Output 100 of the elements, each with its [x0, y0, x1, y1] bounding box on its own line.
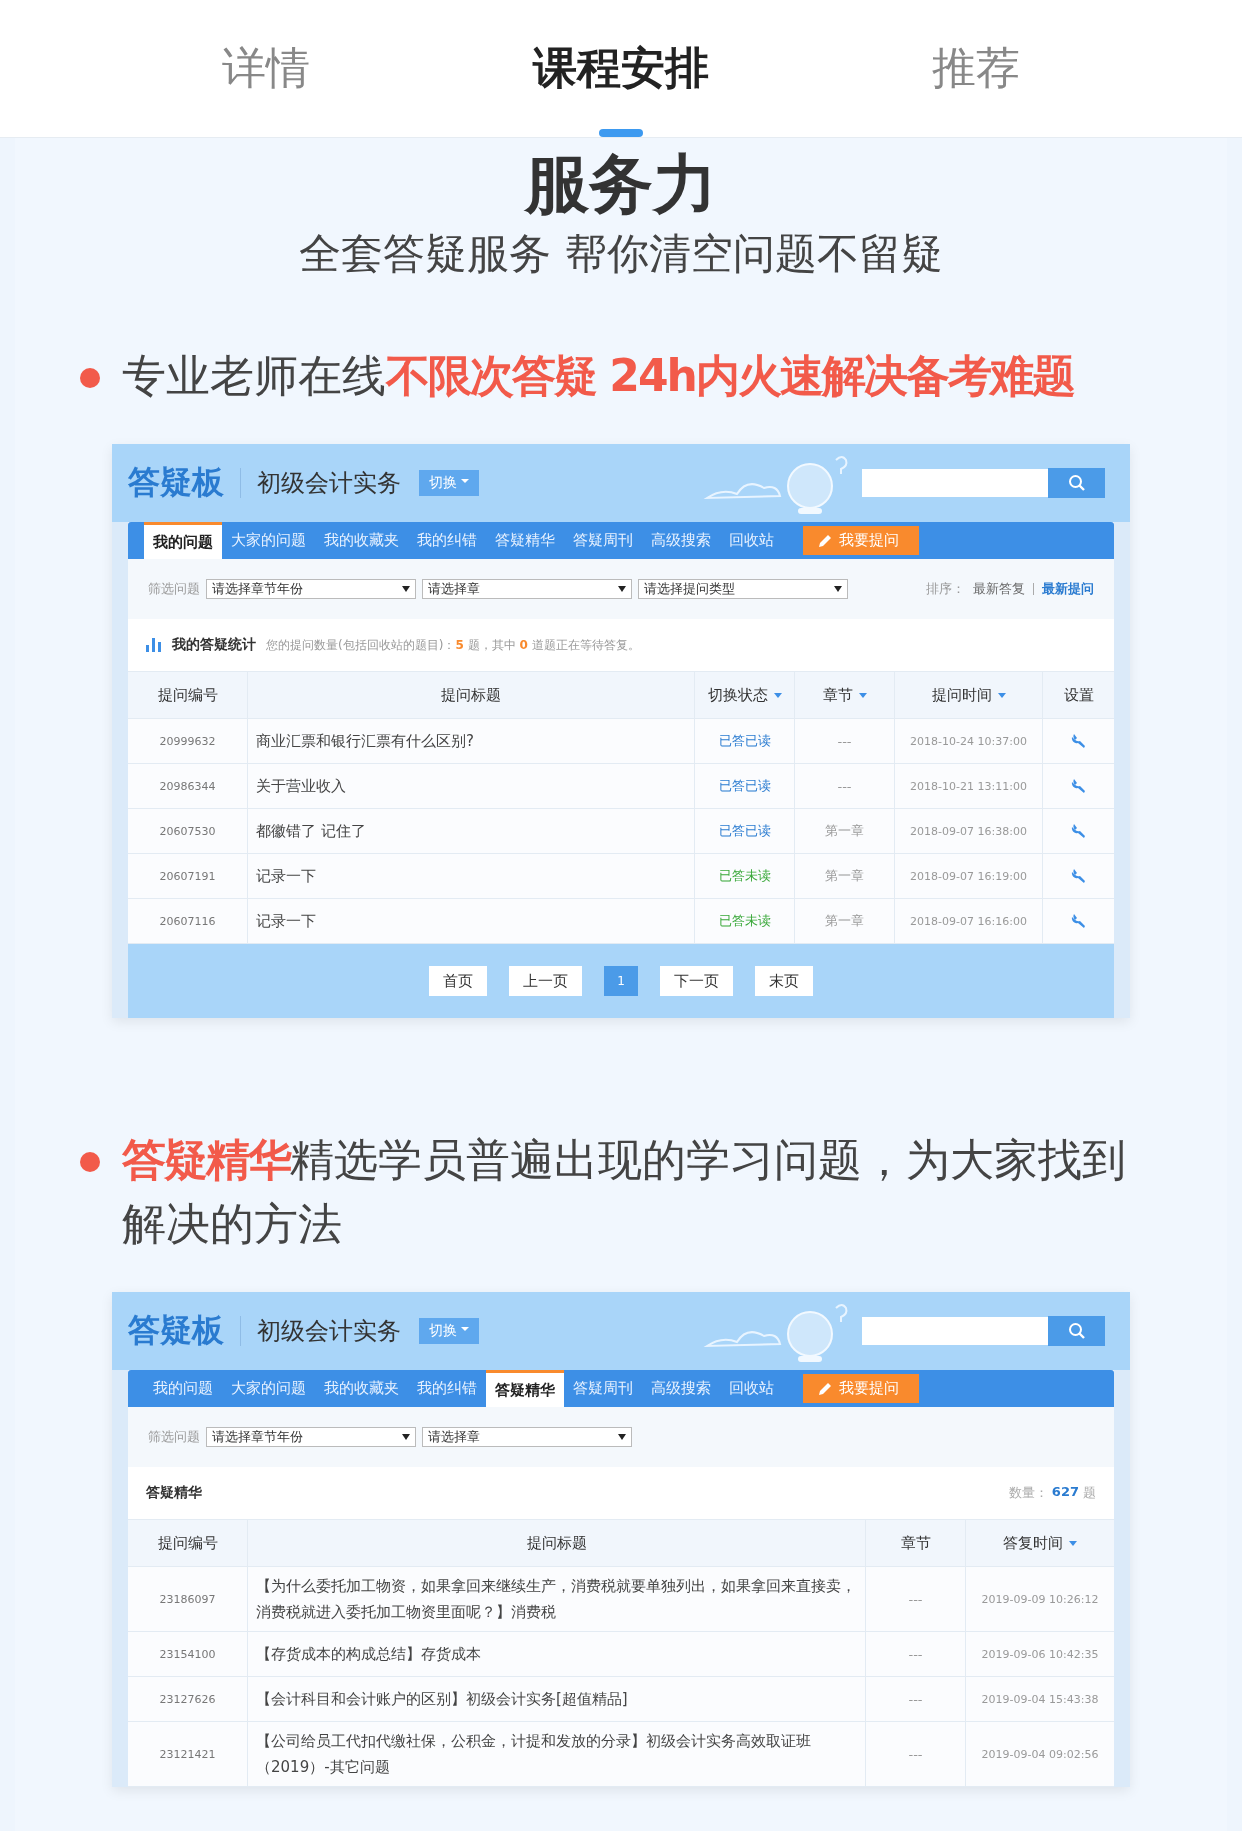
table-cell: 23186097	[159, 1592, 216, 1606]
column-header: 提问编号	[128, 1520, 248, 1566]
bullet-dot	[80, 1152, 100, 1172]
search-icon	[1067, 474, 1086, 492]
board-nav-tab[interactable]: 大家的问题	[222, 1370, 315, 1407]
sort-label: 排序：	[926, 580, 965, 598]
stats-title: 我的答疑统计	[172, 636, 256, 654]
hero-subtitle: 全套答疑服务 帮你清空问题不留疑	[298, 228, 944, 280]
filter-select[interactable]: 请选择章节年份	[206, 579, 416, 599]
table-cell-text: 【存货成本的构成总结】存货成本	[256, 1644, 481, 1665]
board-nav-tab[interactable]: 大家的问题	[222, 522, 315, 559]
table-cell-text: 记录一下	[256, 911, 316, 932]
wrench-icon[interactable]	[1069, 867, 1088, 885]
column-header: 设置	[1062, 684, 1095, 706]
board-nav-tab[interactable]: 回收站	[720, 1370, 783, 1407]
wrench-icon[interactable]	[1069, 912, 1088, 930]
pagination-button[interactable]: 1	[604, 966, 638, 996]
pagination-button[interactable]: 下一页	[659, 966, 733, 996]
bar-chart-icon	[146, 638, 162, 652]
search-button[interactable]	[1048, 468, 1105, 498]
table-cell-text: 关于营业收入	[256, 776, 346, 797]
board-nav-tab[interactable]: 答疑精华	[486, 1370, 564, 1407]
board-nav-tab[interactable]: 我的问题	[144, 522, 222, 559]
table-cell: 2018-09-07 16:19:00	[910, 869, 1027, 883]
table-cell: 2019-09-04 09:02:56	[981, 1747, 1099, 1761]
table-cell-text: 【公司给员工代扣代缴社保，公积金，计提和发放的分录】初级会计实务高效取证班（2019）-其它问题	[256, 1731, 812, 1778]
course-name: 初级会计实务	[257, 1316, 401, 1347]
filter-label: 筛选问题	[148, 1428, 200, 1446]
board-nav-tab[interactable]: 我的问题	[144, 1370, 222, 1407]
search-icon	[1067, 1322, 1086, 1340]
table-cell: ---	[908, 1591, 923, 1607]
page-tab[interactable]: 课程安排	[523, 0, 719, 137]
filter-select[interactable]: 请选择章	[422, 579, 632, 599]
board-nav-tab[interactable]: 答疑周刊	[564, 1370, 642, 1407]
board-nav-tab[interactable]: 回收站	[720, 522, 783, 559]
pencil-icon	[817, 532, 833, 549]
ask-question-button[interactable]: 我要提问	[803, 1374, 919, 1403]
table-cell-text: 【会计科目和会计账户的区别】初级会计实务[超值精品]	[256, 1689, 628, 1710]
board-nav-tab[interactable]: 我的收藏夹	[315, 1370, 408, 1407]
table-cell: 20607191	[159, 869, 216, 883]
status-text: 已答已读	[718, 777, 771, 795]
bullet-dot	[80, 368, 100, 388]
filter-select[interactable]: 请选择提问类型	[638, 579, 848, 599]
search-field[interactable]	[862, 1317, 1048, 1345]
sort-link[interactable]: 最新答复	[973, 580, 1025, 598]
table-cell: 20999632	[159, 734, 216, 748]
switch-dropdown[interactable]: 切换	[419, 470, 479, 496]
table-cell-text: 【为什么委托加工物资，如果拿回来继续生产，消费税就要单独列出，如果拿回来直接卖，消费税就进入委托加工物资里面呢？】消费税	[256, 1576, 857, 1623]
table-cell: 20607116	[159, 914, 216, 928]
board-nav-tab[interactable]: 高级搜索	[642, 522, 720, 559]
filter-select[interactable]: 请选择章	[422, 1427, 632, 1447]
table-cell: 2018-10-24 10:37:00	[910, 734, 1027, 748]
table-cell: 2018-10-21 13:11:00	[910, 779, 1027, 793]
sort-link[interactable]: 最新提问	[1042, 580, 1094, 598]
search-field[interactable]	[862, 469, 1048, 497]
pagination-button[interactable]: 末页	[754, 966, 813, 996]
status-text: 已答已读	[718, 732, 771, 750]
pencil-icon	[817, 1380, 833, 1397]
feature-text: 答疑精华精选学员普遍出现的学习问题，为大家找到解决的方法	[122, 1133, 1127, 1251]
board-nav-tab[interactable]: 我的纠错	[408, 1370, 486, 1407]
wrench-icon[interactable]	[1069, 732, 1088, 750]
column-header: 提问标题	[248, 672, 695, 718]
status-text: 已答未读	[718, 912, 771, 930]
table-cell: 2019-09-06 10:42:35	[981, 1647, 1099, 1661]
count-value: 627	[1051, 1484, 1079, 1501]
filter-label: 筛选问题	[148, 580, 200, 598]
section-title: 答疑精华	[146, 1484, 202, 1502]
page-tab[interactable]: 详情	[211, 0, 320, 137]
ask-question-button[interactable]: 我要提问	[803, 526, 919, 555]
column-header: 提问标题	[248, 1520, 866, 1566]
board-nav-tab[interactable]: 答疑周刊	[564, 522, 642, 559]
column-header: 章节	[866, 1520, 966, 1566]
pagination-button[interactable]: 首页	[429, 966, 488, 996]
table-cell: 2019-09-09 10:26:12	[981, 1592, 1099, 1606]
column-header: 提问编号	[128, 672, 248, 718]
board-nav-tab[interactable]: 我的纠错	[408, 522, 486, 559]
column-header: 切换状态	[695, 672, 795, 718]
column-header: 提问时间	[895, 672, 1043, 718]
pagination-button[interactable]: 上一页	[509, 966, 583, 996]
board-logo: 答疑板	[128, 1310, 224, 1351]
column-header: 答复时间	[966, 1520, 1114, 1566]
status-text: 已答未读	[718, 867, 771, 885]
table-cell: 2019-09-04 15:43:38	[981, 1692, 1099, 1706]
switch-dropdown[interactable]: 切换	[419, 1318, 479, 1344]
board-nav-tab[interactable]: 高级搜索	[642, 1370, 720, 1407]
wrench-icon[interactable]	[1069, 777, 1088, 795]
table-cell: 20607530	[159, 824, 216, 838]
stats-text: 您的提问数量(包括回收站的题目)：5 题，其中 0 道题正在等待答复。	[266, 636, 640, 654]
count-unit: 题	[1083, 1484, 1096, 1502]
wrench-icon[interactable]	[1069, 822, 1088, 840]
board-nav-tab[interactable]: 答疑精华	[486, 522, 564, 559]
course-name: 初级会计实务	[257, 468, 401, 499]
filter-select[interactable]: 请选择章节年份	[206, 1427, 416, 1447]
column-header: 章节	[795, 672, 895, 718]
board-nav-tab[interactable]: 我的收藏夹	[315, 522, 408, 559]
search-button[interactable]	[1048, 1316, 1105, 1346]
table-cell: 23127626	[159, 1692, 216, 1706]
page-tab[interactable]: 推荐	[922, 0, 1031, 137]
table-cell: ---	[908, 1691, 923, 1707]
table-cell: ---	[908, 1646, 923, 1662]
